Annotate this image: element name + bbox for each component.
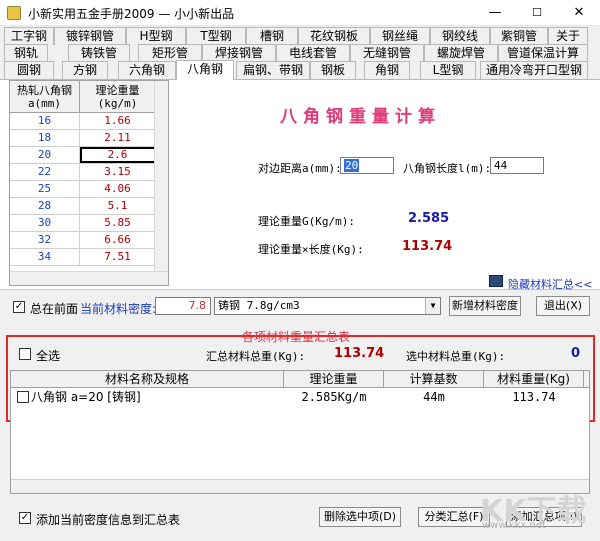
grid-cell-size[interactable]: 25 xyxy=(10,181,80,197)
minimize-button[interactable]: — xyxy=(474,0,516,26)
grid-cell-weight[interactable]: 6.66 xyxy=(80,232,156,248)
tab-octagon-steel[interactable]: 八角钢 xyxy=(176,60,234,80)
grid-cell-size[interactable]: 28 xyxy=(10,198,80,214)
add-density-checkbox[interactable]: ✓ xyxy=(19,512,31,524)
grid-cell-size[interactable]: 18 xyxy=(10,130,80,146)
add-density-label: 添加当前密度信息到汇总表 xyxy=(36,513,181,527)
app-icon xyxy=(7,6,21,20)
length-label: 八角钢长度l(m): xyxy=(403,162,492,175)
grid-cell-weight[interactable]: 5.1 xyxy=(80,198,156,214)
cell-total: 113.74 xyxy=(512,390,556,404)
grid-cell-size[interactable]: 22 xyxy=(10,164,80,180)
grid-row[interactable]: 28 5.1 xyxy=(10,198,168,215)
summary-total-value: 113.74 xyxy=(334,346,385,361)
grid-cell-weight[interactable]: 2.11 xyxy=(80,130,156,146)
grid-horizontal-scrollbar[interactable] xyxy=(10,271,168,285)
on-top-label: 总在前面 xyxy=(30,302,79,316)
exit-button[interactable]: 退出(X) xyxy=(536,296,590,316)
table-row[interactable]: 八角钢 a=20 [铸钢] 2.585Kg/m 44m 113.74 xyxy=(11,388,589,407)
grid-row[interactable]: 18 2.11 xyxy=(10,130,168,147)
grid-row[interactable]: 34 7.51 xyxy=(10,249,168,266)
grid-cell-weight[interactable]: 3.15 xyxy=(80,164,156,180)
grid-header: 热轧八角钢 a(mm) 理论重量 (kg/m) xyxy=(10,81,168,113)
chevron-down-icon[interactable]: ▼ xyxy=(425,298,440,314)
summary-title: 各项材料重量汇总表 xyxy=(242,330,351,344)
tab-steel-plate[interactable]: 钢板 xyxy=(310,61,356,79)
octagon-size-grid[interactable]: 热轧八角钢 a(mm) 理论重量 (kg/m) 16 1.66 18 2.11 20… xyxy=(9,80,169,286)
column-weight[interactable]: 理论重量 xyxy=(284,371,384,387)
density-value: 7.8 xyxy=(155,297,211,315)
grid-header-weight: 理论重量 (kg/m) xyxy=(80,81,156,112)
grid-cell-size[interactable]: 16 xyxy=(10,113,80,129)
column-total[interactable]: 材料重量(Kg) xyxy=(484,371,584,387)
row-checkbox[interactable] xyxy=(17,391,29,403)
material-select-value: 铸钢 7.8g/cm3 xyxy=(218,299,300,312)
total-weight-value: 113.74 xyxy=(402,239,453,254)
tab-l-steel[interactable]: L型钢 xyxy=(420,61,476,79)
summary-table-header: 材料名称及规格 理论重量 计算基数 材料重量(Kg) xyxy=(11,371,589,388)
close-button[interactable]: ✕ xyxy=(558,0,600,26)
grid-cell-size[interactable]: 34 xyxy=(10,249,80,265)
select-all-label: 全选 xyxy=(36,349,61,363)
grid-cell-size[interactable]: 30 xyxy=(10,215,80,231)
grid-cell-weight[interactable]: 1.66 xyxy=(80,113,156,129)
length-input[interactable]: 44 xyxy=(490,157,544,174)
grid-row[interactable]: 16 1.66 xyxy=(10,113,168,130)
cell-base: 44m xyxy=(423,390,445,404)
window-title: 小新实用五金手册2009 — 小小新出品 xyxy=(28,7,235,21)
grid-row[interactable]: 25 4.06 xyxy=(10,181,168,198)
cell-name: 八角钢 a=20 [铸钢] xyxy=(31,390,141,404)
grid-cell-weight[interactable]: 7.51 xyxy=(80,249,156,265)
grid-cell-weight[interactable]: 4.06 xyxy=(80,181,156,197)
title-bar: 小新实用五金手册2009 — 小小新出品 — ☐ ✕ xyxy=(0,0,600,26)
select-all-checkbox[interactable] xyxy=(19,348,31,360)
hide-summary-link[interactable]: 隐藏材料汇总<< xyxy=(508,276,592,292)
calculator-icon xyxy=(489,275,503,287)
tab-flat-steel[interactable]: 扁钢、带钢 xyxy=(236,61,310,79)
tab-round-steel[interactable]: 圆钢 xyxy=(4,61,54,79)
tab-cold-formed[interactable]: 通用冷弯开口型钢 xyxy=(480,61,588,79)
weight-per-meter-value: 2.585 xyxy=(408,211,450,226)
grid-row-selected[interactable]: 20 2.6 xyxy=(10,147,168,164)
tab-angle-steel[interactable]: 角钢 xyxy=(364,61,410,79)
selected-total-value: 0 xyxy=(571,346,581,361)
summary-total-label: 汇总材料总重(Kg): xyxy=(206,350,306,363)
delete-selected-button[interactable]: 删除选中项(D) xyxy=(319,507,401,527)
tab-row-3: 圆钢 方钢 六角钢 八角钢 扁钢、带钢 钢板 角钢 L型钢 通用冷弯开口型钢 xyxy=(0,60,600,80)
side-length-input[interactable]: 20 xyxy=(340,157,394,174)
tab-square-steel[interactable]: 方钢 xyxy=(62,61,108,79)
grid-cell-size[interactable]: 32 xyxy=(10,232,80,248)
grid-cell-weight[interactable]: 2.6 xyxy=(80,147,156,163)
weight-per-meter-label: 理论重量G(Kg/m): xyxy=(258,215,355,228)
cell-weight: 2.585Kg/m xyxy=(301,390,367,404)
total-weight-label: 理论重量×长度(Kg): xyxy=(258,243,364,256)
grid-header-size: 热轧八角钢 a(mm) xyxy=(10,81,80,112)
summary-table[interactable]: 材料名称及规格 理论重量 计算基数 材料重量(Kg) 八角钢 a=20 [铸钢]… xyxy=(10,370,590,494)
material-select[interactable]: 铸钢 7.8g/cm3 ▼ xyxy=(214,297,441,315)
maximize-button[interactable]: ☐ xyxy=(516,0,558,26)
grid-vertical-scrollbar[interactable] xyxy=(154,81,168,285)
grid-cell-size[interactable]: 20 xyxy=(10,147,80,163)
tab-hex-steel[interactable]: 六角钢 xyxy=(118,61,176,79)
new-density-button[interactable]: 新增材料密度 xyxy=(449,296,521,316)
side-length-label: 对边距离a(mm): xyxy=(258,162,342,175)
calc-title: 八角钢重量计算 xyxy=(280,107,441,127)
grid-row[interactable]: 22 3.15 xyxy=(10,164,168,181)
grid-row[interactable]: 32 6.66 xyxy=(10,232,168,249)
grid-row[interactable]: 30 5.85 xyxy=(10,215,168,232)
grid-cell-weight[interactable]: 5.85 xyxy=(80,215,156,231)
column-name[interactable]: 材料名称及规格 xyxy=(11,371,284,387)
watermark-logo: KK下载 www.kkx.net xyxy=(480,494,587,531)
on-top-checkbox[interactable]: ✓ xyxy=(13,301,25,313)
selected-total-label: 选中材料总重(Kg): xyxy=(406,350,506,363)
density-label: 当前材料密度: xyxy=(80,302,157,316)
column-base[interactable]: 计算基数 xyxy=(384,371,484,387)
